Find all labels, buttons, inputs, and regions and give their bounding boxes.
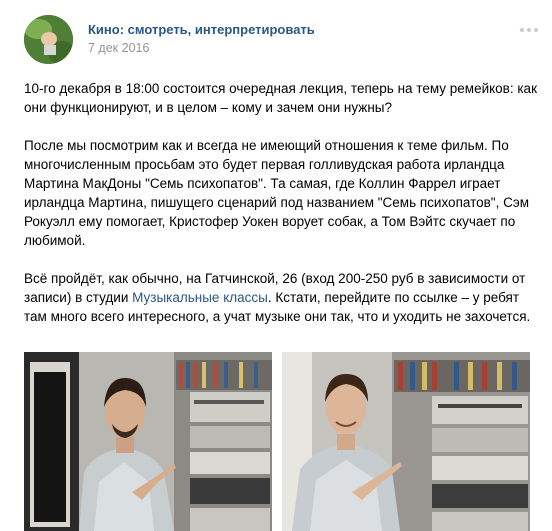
music-classes-link[interactable]: Музыкальные классы bbox=[132, 290, 268, 305]
more-dots-icon[interactable] bbox=[520, 27, 538, 33]
group-avatar[interactable] bbox=[24, 15, 73, 64]
group-name-link[interactable]: Кино: смотреть, интерпретировать bbox=[88, 22, 315, 37]
post-paragraph-3: Всё пройдёт, как обычно, на Гатчинской, … bbox=[24, 269, 539, 326]
post-paragraph-1: 10-го декабря в 18:00 состоится очередна… bbox=[24, 81, 537, 115]
dot bbox=[520, 28, 524, 32]
dot bbox=[527, 28, 531, 32]
post-paragraph-2: После мы посмотрим как и всегда не имеющ… bbox=[24, 138, 530, 248]
attached-photo-1[interactable] bbox=[24, 352, 272, 531]
post-date[interactable]: 7 дек 2016 bbox=[88, 41, 149, 55]
wall-post: Кино: смотреть, интерпретировать 7 дек 2… bbox=[0, 0, 552, 531]
post-text: 10-го декабря в 18:00 состоится очередна… bbox=[24, 79, 539, 345]
attached-photo-2[interactable] bbox=[282, 352, 530, 531]
dot bbox=[534, 28, 538, 32]
